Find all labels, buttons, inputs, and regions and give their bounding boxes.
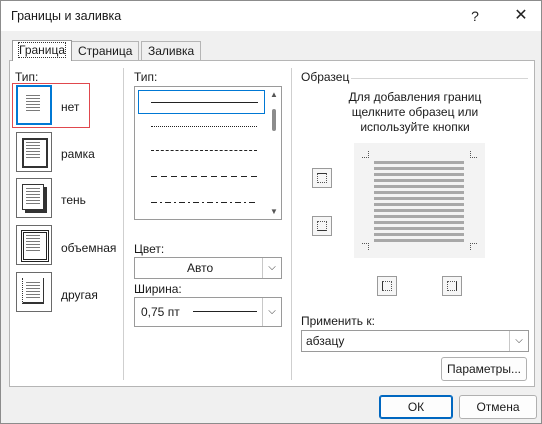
width-label: Ширина: bbox=[134, 282, 182, 296]
setting-shadow-icon[interactable] bbox=[16, 178, 52, 218]
corner-mark bbox=[362, 243, 369, 250]
preview-label: Образец bbox=[301, 70, 350, 84]
apply-to-label: Применить к: bbox=[301, 314, 375, 328]
preview-text-lines bbox=[374, 161, 464, 243]
width-value: 0,75 пт bbox=[141, 305, 180, 319]
width-dropdown[interactable]: 0,75 пт ⌵ bbox=[134, 297, 282, 327]
help-button[interactable]: ? bbox=[463, 5, 487, 27]
ok-button[interactable]: ОК bbox=[379, 395, 453, 419]
divider bbox=[123, 68, 124, 380]
title-bar: Границы и заливка ? ✕ bbox=[1, 1, 541, 31]
color-value: Авто bbox=[187, 261, 214, 275]
corner-mark bbox=[470, 151, 477, 158]
chevron-down-icon[interactable]: ⌵ bbox=[262, 298, 281, 326]
tab-border[interactable]: Граница bbox=[12, 40, 73, 61]
style-list[interactable]: ▲ ▼ bbox=[134, 86, 282, 220]
setting-box-label[interactable]: рамка bbox=[61, 147, 95, 161]
color-label: Цвет: bbox=[134, 242, 165, 256]
color-dropdown[interactable]: Авто ⌵ bbox=[134, 257, 282, 279]
setting-custom-icon[interactable] bbox=[16, 272, 52, 312]
borders-and-shading-dialog: Границы и заливка ? ✕ Граница Страница З… bbox=[0, 0, 542, 424]
setting-3d-label[interactable]: объемная bbox=[61, 241, 116, 255]
setting-box-icon[interactable] bbox=[16, 132, 52, 172]
preview-area[interactable] bbox=[354, 143, 485, 258]
setting-shadow-label[interactable]: тень bbox=[61, 193, 86, 207]
chevron-down-icon[interactable]: ⌵ bbox=[262, 258, 281, 278]
style-dashed[interactable] bbox=[139, 165, 263, 187]
preview-hint: Для добавления границ щелкните образец и… bbox=[348, 90, 482, 134]
close-button[interactable]: ✕ bbox=[509, 5, 533, 27]
tab-shading[interactable]: Заливка bbox=[141, 41, 202, 60]
tab-page-border[interactable]: Страница bbox=[71, 41, 140, 60]
width-sample-line bbox=[193, 311, 257, 312]
chevron-down-icon[interactable]: ⌵ bbox=[509, 331, 528, 351]
window-title: Границы и заливка bbox=[11, 9, 122, 23]
border-right-icon bbox=[447, 281, 457, 291]
setting-3d-icon[interactable] bbox=[16, 225, 52, 265]
setting-custom-label[interactable]: другая bbox=[61, 288, 98, 302]
right-border-button[interactable] bbox=[442, 276, 462, 296]
left-border-button[interactable] bbox=[377, 276, 397, 296]
setting-none-icon[interactable] bbox=[16, 85, 52, 125]
setting-label: Тип: bbox=[15, 70, 39, 84]
preview-group-line bbox=[351, 78, 528, 79]
scroll-down-icon[interactable]: ▼ bbox=[270, 207, 278, 216]
apply-to-value: абзацу bbox=[306, 334, 345, 348]
border-top-icon bbox=[317, 173, 327, 183]
bottom-border-button[interactable] bbox=[312, 216, 332, 236]
scroll-up-icon[interactable]: ▲ bbox=[270, 90, 278, 99]
corner-mark bbox=[362, 151, 369, 158]
setting-none-label[interactable]: нет bbox=[61, 100, 79, 114]
options-button[interactable]: Параметры... bbox=[441, 357, 527, 381]
border-bottom-icon bbox=[317, 221, 327, 231]
style-label: Тип: bbox=[134, 70, 158, 84]
corner-mark bbox=[470, 243, 477, 250]
top-border-button[interactable] bbox=[312, 168, 332, 188]
apply-to-dropdown[interactable]: абзацу ⌵ bbox=[301, 330, 529, 352]
divider bbox=[291, 68, 292, 380]
style-list-scrollbar[interactable]: ▲ ▼ bbox=[267, 87, 281, 219]
style-solid[interactable] bbox=[138, 90, 265, 114]
style-dotted[interactable] bbox=[139, 115, 263, 137]
style-dash-dot[interactable] bbox=[139, 191, 263, 213]
style-dashed-small[interactable] bbox=[139, 139, 263, 161]
cancel-button[interactable]: Отмена bbox=[459, 395, 537, 419]
border-left-icon bbox=[382, 281, 392, 291]
scroll-thumb[interactable] bbox=[272, 109, 276, 131]
